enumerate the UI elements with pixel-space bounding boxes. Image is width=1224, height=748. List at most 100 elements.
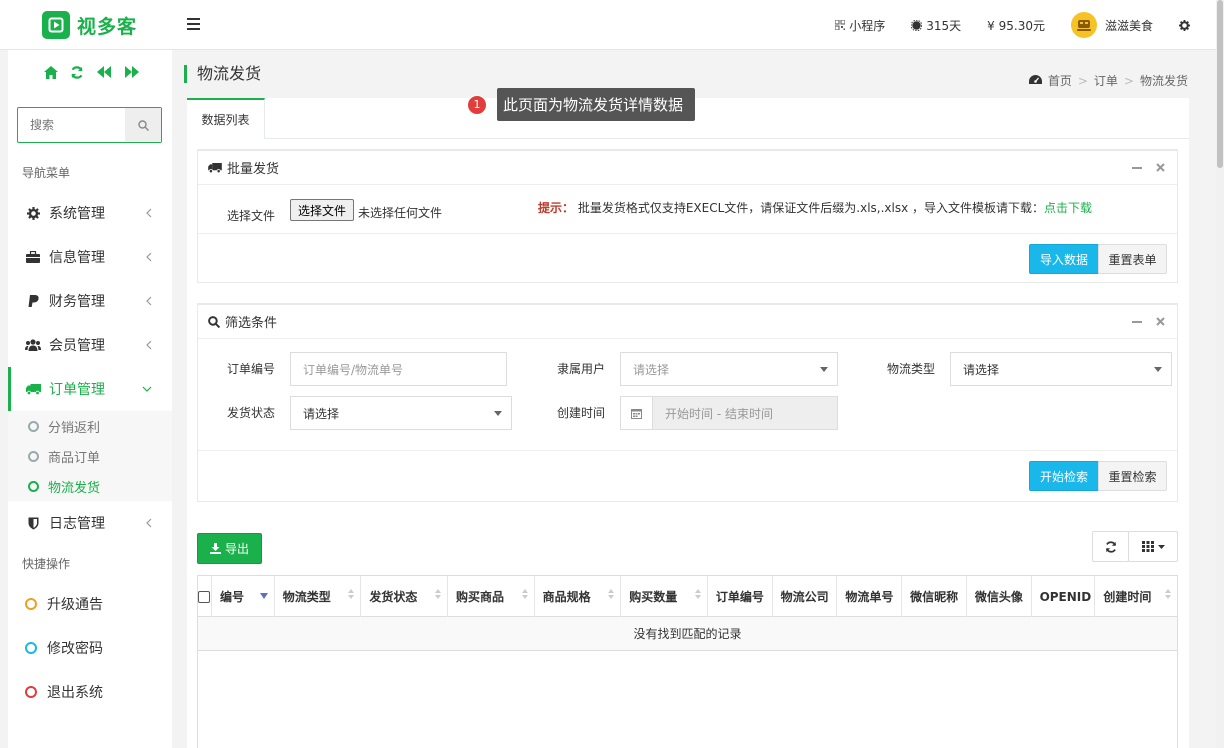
avatar (1070, 12, 1097, 38)
home-icon[interactable] (44, 66, 58, 79)
sort-icon (1164, 589, 1171, 599)
logo[interactable]: 视多客 (42, 11, 137, 39)
hint-text: 批量发货格式仅支持EXECL文件，请保证文件后缀为.xls,.xlsx ，导入文… (577, 201, 1045, 215)
sidebar-item-info[interactable]: 信息管理 (8, 235, 172, 279)
sidebar-search-input[interactable] (18, 108, 125, 142)
start-search-button[interactable]: 开始检索 (1029, 461, 1099, 491)
user-label: 隶属用户 (557, 362, 606, 376)
sidebar-item-label: 会员管理 (49, 338, 105, 354)
quick-item-logout[interactable]: 退出系统 (8, 670, 172, 714)
sidebar-item-finance[interactable]: 财务管理 (8, 279, 172, 323)
days-indicator[interactable]: 315天 (911, 17, 961, 34)
column-header[interactable]: 购买数量 (621, 576, 708, 617)
refresh-icon (1105, 540, 1117, 553)
breadcrumb-home[interactable]: 首页 (1048, 72, 1072, 89)
columns-toggle-button[interactable] (1128, 531, 1178, 562)
column-header[interactable]: 物流单号 (837, 576, 903, 617)
tab-data-list[interactable]: 数据列表 (187, 98, 265, 139)
quick-item-change-password[interactable]: 修改密码 (8, 626, 172, 670)
calendar-icon (621, 397, 653, 429)
sidebar-item-logs[interactable]: 日志管理 (8, 501, 172, 545)
users-icon (25, 339, 41, 351)
logistics-type-select[interactable]: 请选择 (950, 352, 1172, 386)
column-header[interactable]: 微信头像 (967, 576, 1032, 617)
column-header[interactable]: 微信昵称 (902, 576, 967, 617)
refresh-icon[interactable] (70, 66, 84, 79)
sidebar-item-system[interactable]: 系统管理 (8, 191, 172, 235)
logo-text: 视多客 (77, 15, 138, 38)
breadcrumb-orders[interactable]: 订单 (1094, 72, 1118, 89)
sidebar-item-members[interactable]: 会员管理 (8, 323, 172, 367)
days-label: 315天 (926, 18, 962, 33)
tooltip-text: 此页面为物流发货详情数据 (497, 88, 696, 121)
mini-program-label: 小程序 (849, 18, 886, 33)
page-scrollbar[interactable] (1216, 0, 1224, 748)
download-template-link[interactable]: 点击下载 (1044, 201, 1092, 215)
sidebar-subitem-label: 商品订单 (48, 450, 101, 466)
created-range-input[interactable]: 开始时间 - 结束时间 (620, 396, 838, 430)
scrollbar-thumb[interactable] (1217, 0, 1223, 168)
export-button[interactable]: 导出 (197, 533, 262, 564)
menu-toggle-icon[interactable] (187, 18, 200, 30)
main-panel: 数据列表 批量发货 选择文件 选择文件 未选择任何文件 提示： 批量发货格式仅支… (187, 98, 1189, 748)
select-all-checkbox[interactable] (198, 576, 212, 617)
column-header[interactable]: 编号 (212, 576, 275, 617)
order-no-label: 订单编号 (227, 362, 276, 376)
quick-item-label: 升级通告 (47, 597, 103, 613)
sidebar-search (17, 107, 162, 143)
truck-icon (208, 162, 222, 173)
batch-shipping-header: 批量发货 (198, 151, 1177, 185)
user-menu[interactable]: 滋滋美食 (1070, 12, 1153, 38)
export-label: 导出 (224, 542, 249, 556)
search-icon[interactable] (125, 108, 161, 142)
sidebar-subitem-label: 分销返利 (48, 420, 101, 436)
file-label: 选择文件 (227, 209, 276, 223)
balance-indicator[interactable]: ¥ 95.30元 (987, 17, 1045, 34)
settings-icon[interactable] (1179, 19, 1190, 31)
top-bar: 视多客 小程序 315天 ¥ 95.30元 滋滋美食 (0, 0, 1224, 50)
sidebar-subitem-rebate[interactable]: 分销返利 (8, 411, 172, 441)
forward-icon[interactable] (124, 66, 140, 79)
download-icon (209, 543, 221, 554)
logistics-type-label: 物流类型 (887, 362, 936, 376)
import-hint: 提示： 批量发货格式仅支持EXECL文件，请保证文件后缀为.xls,.xlsx … (538, 199, 1092, 216)
refresh-table-button[interactable] (1092, 531, 1129, 562)
column-header[interactable]: 创建时间 (1095, 576, 1177, 617)
grid-icon (1141, 541, 1154, 552)
mini-program-link[interactable]: 小程序 (835, 17, 885, 34)
backward-icon[interactable] (96, 66, 112, 79)
shield-icon (25, 517, 41, 530)
circle-icon (28, 480, 39, 492)
column-header[interactable]: 商品规格 (535, 576, 622, 617)
sidebar-subitem-product-orders[interactable]: 商品订单 (8, 441, 172, 471)
close-icon[interactable] (1156, 317, 1165, 326)
user-select[interactable]: 请选择 (620, 352, 838, 386)
close-icon[interactable] (1156, 163, 1165, 172)
choose-file-button[interactable]: 选择文件 (290, 199, 354, 221)
user-select-value: 请选择 (633, 362, 670, 377)
caret-down-icon (820, 367, 828, 372)
collapse-icon[interactable] (1132, 320, 1142, 323)
breadcrumb-current: 物流发货 (1139, 74, 1188, 88)
reset-form-button[interactable]: 重置表单 (1098, 244, 1167, 274)
column-header[interactable]: 订单编号 (708, 576, 773, 617)
column-header[interactable]: 物流公司 (773, 576, 838, 617)
chevron-left-icon (146, 340, 152, 350)
import-data-button[interactable]: 导入数据 (1029, 244, 1099, 274)
column-header[interactable]: 发货状态 (361, 576, 448, 617)
order-no-input[interactable]: 订单编号/物流单号 (290, 352, 507, 386)
circle-icon (25, 686, 37, 698)
reset-search-button[interactable]: 重置检索 (1098, 461, 1167, 491)
gear-icon (25, 206, 41, 220)
column-header[interactable]: 物流类型 (275, 576, 362, 617)
sidebar-subitem-logistics[interactable]: 物流发货 (8, 471, 172, 501)
collapse-icon[interactable] (1132, 166, 1142, 169)
sidebar-item-label: 财务管理 (49, 294, 105, 310)
column-header[interactable]: 购买商品 (448, 576, 535, 617)
batch-shipping-box: 批量发货 选择文件 选择文件 未选择任何文件 提示： 批量发货格式仅支持EXEC… (197, 149, 1178, 283)
batch-shipping-title: 批量发货 (227, 162, 280, 177)
sidebar-item-orders[interactable]: 订单管理 (8, 367, 172, 411)
ship-status-select[interactable]: 请选择 (290, 396, 512, 430)
quick-item-upgrade-notice[interactable]: 升级通告 (8, 582, 172, 626)
column-header[interactable]: OPENID (1032, 576, 1096, 617)
